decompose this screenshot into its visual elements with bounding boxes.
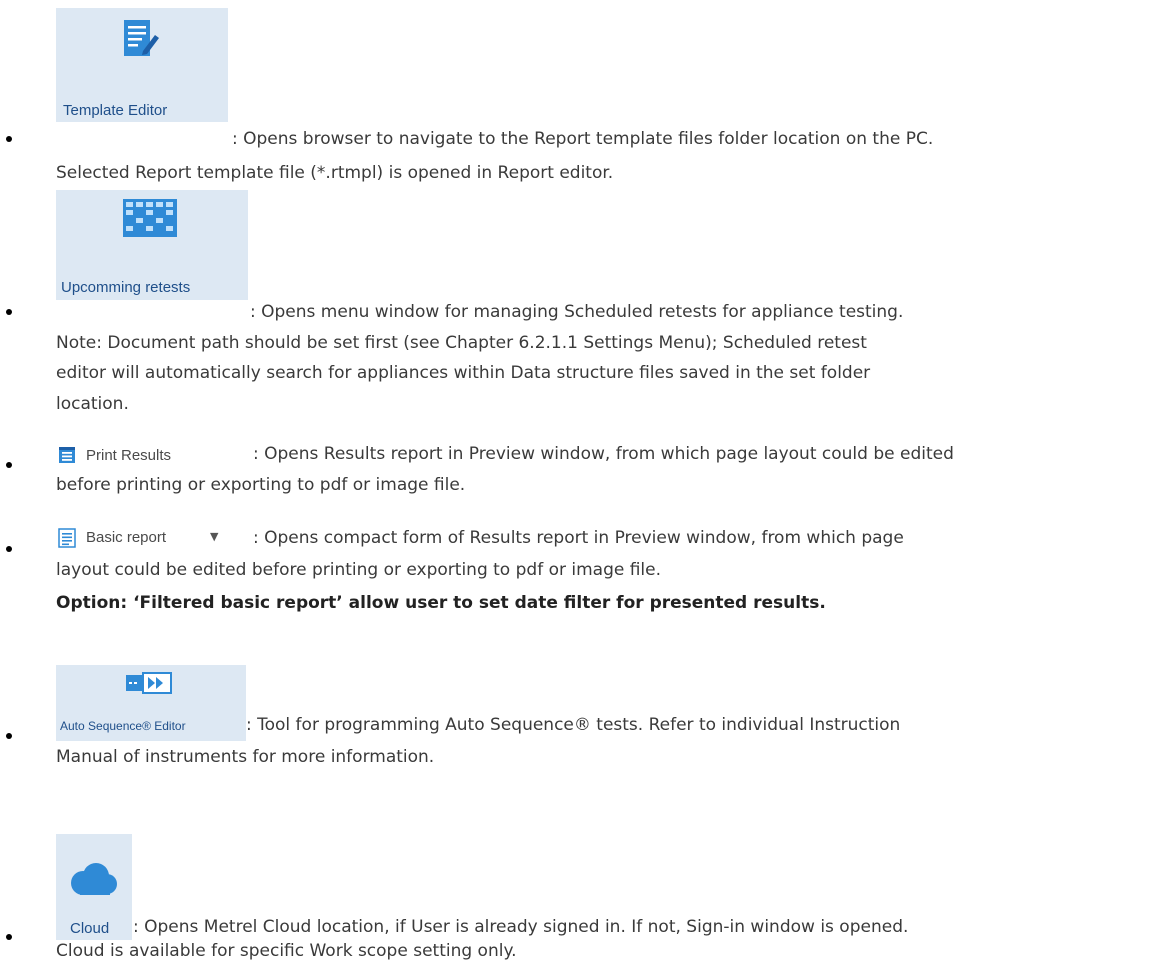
description-line: : Opens Metrel Cloud location, if User i…	[133, 917, 909, 937]
basic-report-button[interactable]: Basic report ▼	[56, 526, 236, 552]
description-line: Cloud is available for specific Work sco…	[56, 941, 517, 961]
chevron-down-icon[interactable]: ▼	[210, 530, 218, 543]
description-line: : Tool for programming Auto Sequence® te…	[246, 715, 901, 735]
bullet	[6, 546, 12, 552]
bullet	[6, 136, 12, 142]
template-editor-label: Template Editor	[63, 102, 168, 119]
auto-sequence-editor-label: Auto Sequence® Editor	[60, 719, 186, 733]
print-results-icon	[59, 447, 75, 463]
template-editor-icon	[124, 20, 159, 56]
basic-report-label: Basic report	[86, 529, 167, 546]
basic-report-icon	[58, 528, 76, 548]
description-line: Selected Report template file (*.rtmpl) …	[56, 163, 614, 183]
description-line: Note: Document path should be set first …	[56, 333, 867, 353]
bullet	[6, 733, 12, 739]
description-line: layout could be edited before printing o…	[56, 560, 662, 580]
template-editor-button[interactable]: Template Editor	[56, 8, 228, 122]
bullet	[6, 934, 12, 940]
description-line: : Opens compact form of Results report i…	[253, 528, 904, 548]
description-line: location.	[56, 394, 129, 414]
description-line: : Opens browser to navigate to the Repor…	[232, 129, 934, 149]
bullet	[6, 309, 12, 315]
option-note: Option: ‘Filtered basic report’ allow us…	[56, 593, 826, 613]
description-line: before printing or exporting to pdf or i…	[56, 475, 466, 495]
description-line: editor will automatically search for app…	[56, 363, 871, 383]
description-line: : Opens Results report in Preview window…	[253, 444, 954, 464]
print-results-button[interactable]: Print Results	[56, 443, 200, 469]
description-line: Manual of instruments for more informati…	[56, 747, 435, 767]
cloud-icon	[71, 863, 117, 895]
upcoming-retests-label: Upcomming retests	[61, 279, 191, 296]
upcoming-retests-button[interactable]: Upcomming retests	[56, 190, 248, 300]
auto-sequence-editor-button[interactable]: Auto Sequence® Editor	[56, 665, 246, 741]
cloud-label: Cloud	[70, 920, 110, 937]
description-line: : Opens menu window for managing Schedul…	[250, 302, 904, 322]
print-results-label: Print Results	[86, 447, 172, 464]
bullet	[6, 462, 12, 468]
cloud-button[interactable]: Cloud	[56, 834, 132, 940]
calendar-grid-icon	[123, 199, 177, 237]
auto-sequence-icon	[126, 672, 172, 694]
